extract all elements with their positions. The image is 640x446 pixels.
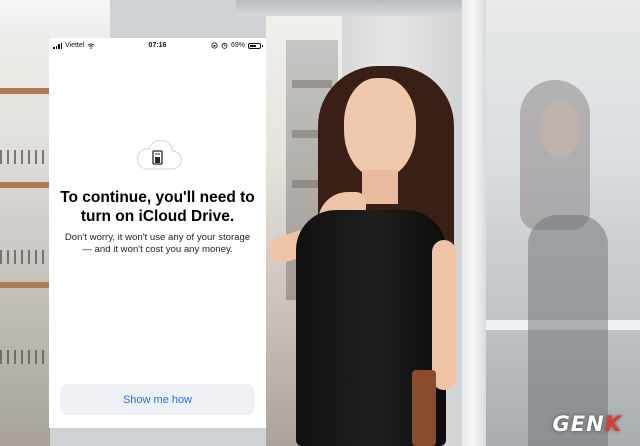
building-balcony bbox=[0, 150, 50, 164]
woman-bag bbox=[412, 370, 436, 446]
show-me-how-button[interactable]: Show me how bbox=[60, 384, 255, 415]
status-bar: Viettel 07:16 69% bbox=[49, 38, 266, 54]
watermark-accent-letter: K bbox=[604, 412, 622, 436]
building-left bbox=[0, 0, 50, 446]
phone-screen: Viettel 07:16 69% To continue, you'll ne… bbox=[49, 38, 266, 428]
battery-level bbox=[250, 44, 257, 47]
woman-neck bbox=[362, 170, 398, 204]
reflection-face bbox=[540, 100, 580, 158]
woman-arm-right bbox=[432, 240, 456, 390]
building-balcony bbox=[0, 350, 50, 364]
woman-face bbox=[344, 78, 416, 178]
window-frame bbox=[462, 0, 486, 446]
genk-watermark: GENK bbox=[553, 412, 622, 436]
page-title: To continue, you'll need to turn on iClo… bbox=[60, 189, 255, 225]
building-ledge bbox=[0, 88, 50, 94]
ceiling bbox=[236, 0, 486, 16]
page-subtitle: Don't worry, it won't use any of your st… bbox=[64, 232, 251, 255]
battery-percent: 69% bbox=[230, 42, 245, 49]
lock-rotation-icon bbox=[211, 42, 218, 49]
building-ledge bbox=[0, 282, 50, 288]
alarm-icon bbox=[221, 42, 228, 49]
status-right: 69% bbox=[211, 42, 263, 49]
building-roof bbox=[0, 0, 110, 40]
battery-icon bbox=[248, 42, 263, 49]
icloud-drive-icon bbox=[132, 138, 184, 174]
building-window bbox=[292, 80, 332, 88]
show-me-how-label: Show me how bbox=[122, 393, 193, 406]
watermark-text: GEN bbox=[552, 412, 605, 436]
building-ledge bbox=[0, 182, 50, 188]
building-balcony bbox=[0, 250, 50, 264]
